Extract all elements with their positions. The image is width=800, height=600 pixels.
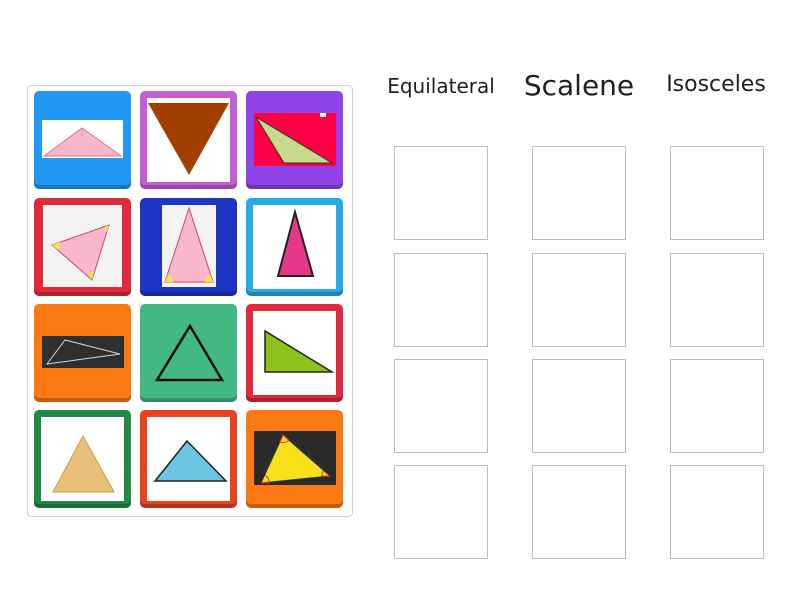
tile-chalkboard-scalene-triangle[interactable]: [34, 304, 131, 402]
tile-lime-right-triangle[interactable]: [246, 304, 343, 402]
magenta-isosceles-triangle-icon: [253, 205, 336, 289]
drop-zone-isosceles[interactable]: [670, 465, 764, 559]
pink-marked-triangle-icon: [43, 205, 122, 287]
isosceles-heading: Isosceles: [666, 72, 766, 97]
pink-tall-isosceles-triangle-icon: [162, 205, 216, 287]
tile-yellow-marked-triangle[interactable]: [246, 410, 343, 508]
equilateral-heading: Equilateral: [387, 74, 495, 98]
drop-zone-scalene[interactable]: [532, 253, 626, 347]
tile-pink-tall-isosceles-triangle[interactable]: [140, 198, 237, 296]
drop-zone-scalene[interactable]: [532, 465, 626, 559]
drop-zone-equilateral[interactable]: [394, 146, 488, 240]
blue-scalene-triangle-icon: [147, 417, 230, 501]
chalkboard-scalene-triangle-icon: [42, 336, 124, 368]
green-obtuse-triangle-on-red-icon: [254, 113, 336, 166]
tile-brown-inverted-triangle[interactable]: [140, 91, 237, 189]
pink-obtuse-triangle-icon: [42, 120, 123, 158]
tile-pink-marked-triangle[interactable]: [34, 198, 131, 296]
drop-zone-isosceles[interactable]: [670, 146, 764, 240]
drop-zone-isosceles[interactable]: [670, 359, 764, 453]
tile-pink-obtuse-triangle[interactable]: [34, 91, 131, 189]
lime-right-triangle-icon: [253, 311, 336, 395]
brown-inverted-triangle-icon: [147, 98, 230, 182]
drop-zone-equilateral[interactable]: [394, 253, 488, 347]
tile-blue-scalene-triangle[interactable]: [140, 410, 237, 508]
drop-zone-scalene[interactable]: [532, 146, 626, 240]
tan-equilateral-triangle-icon: [41, 417, 124, 501]
drop-zone-equilateral[interactable]: [394, 465, 488, 559]
drop-zone-scalene[interactable]: [532, 359, 626, 453]
drop-zone-equilateral[interactable]: [394, 359, 488, 453]
drop-zone-isosceles[interactable]: [670, 253, 764, 347]
tile-green-obtuse-triangle[interactable]: [246, 91, 343, 189]
tile-green-equilateral-triangle[interactable]: [140, 304, 237, 402]
yellow-marked-triangle-on-chalkboard-icon: [254, 431, 336, 485]
tile-magenta-isosceles-triangle[interactable]: [246, 198, 343, 296]
green-equilateral-triangle-icon: [154, 323, 225, 382]
tile-tan-equilateral-triangle[interactable]: [34, 410, 131, 508]
scalene-heading: Scalene: [523, 69, 635, 102]
